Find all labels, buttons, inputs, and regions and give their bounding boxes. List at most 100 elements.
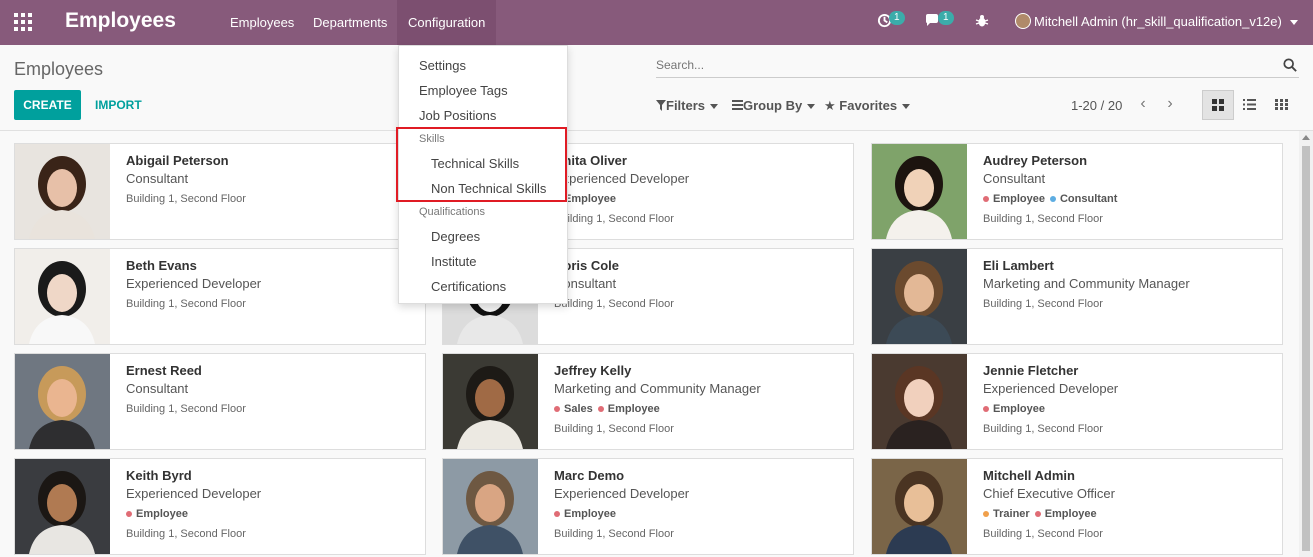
employee-location: Building 1, Second Floor	[126, 298, 246, 310]
employee-card[interactable]: Jennie Fletcher Experienced Developer Empl…	[871, 353, 1283, 450]
scrollbar-thumb[interactable]	[1302, 146, 1310, 551]
employee-card[interactable]: Keith Byrd Experienced Developer Employee B…	[14, 458, 426, 555]
list-icon	[1243, 99, 1256, 110]
employee-card[interactable]: Mitchell Admin Chief Executive Officer Tra…	[871, 458, 1283, 555]
menu-item-degrees[interactable]: Degrees	[431, 229, 480, 244]
divider	[0, 130, 1313, 131]
employee-location: Building 1, Second Floor	[126, 193, 246, 205]
tag-badge: Employee	[554, 508, 616, 520]
kanban-grid-icon	[1212, 99, 1224, 111]
employee-card[interactable]: Audrey Peterson Consultant Employee Consult…	[871, 143, 1283, 240]
employee-location: Building 1, Second Floor	[983, 213, 1103, 225]
tag-color-dot	[1049, 196, 1056, 203]
tag-color-dot	[554, 406, 560, 413]
employee-photo	[15, 354, 110, 449]
pager-next-icon[interactable]: ›	[1162, 95, 1178, 115]
employee-card[interactable]: Beth Evans Experienced Developer Building …	[14, 248, 426, 345]
pager-value[interactable]: 1-20 / 20	[1071, 98, 1122, 113]
pager-previous-icon[interactable]: ‹	[1135, 95, 1151, 115]
employee-tags: Employee	[983, 403, 1050, 415]
messages-count-badge: 1	[938, 11, 954, 25]
filter-funnel-icon	[656, 100, 666, 111]
employee-location: Building 1, Second Floor	[126, 528, 246, 540]
skills-highlight-box	[396, 127, 567, 202]
employee-tags: Employee	[554, 508, 621, 520]
employee-job-title: Experienced Developer	[983, 381, 1119, 396]
tag-badge: Employee	[1034, 508, 1097, 520]
user-avatar[interactable]	[1015, 13, 1031, 29]
employee-job-title: Experienced Developer	[554, 486, 690, 501]
menu-item-settings[interactable]: Settings	[419, 58, 466, 73]
search-icon[interactable]	[1283, 58, 1297, 72]
employee-photo	[872, 144, 967, 239]
employee-card[interactable]: Abigail Peterson Consultant Building 1, Se…	[14, 143, 426, 240]
employee-name: Jennie Fletcher	[983, 363, 1079, 378]
employee-location: Building 1, Second Floor	[554, 298, 674, 310]
breadcrumb[interactable]: Employees	[14, 59, 103, 80]
groupby-dropdown[interactable]: Group By	[732, 98, 816, 113]
import-button[interactable]: IMPORT	[95, 98, 142, 112]
list-bars-icon	[732, 100, 743, 110]
employee-location: Building 1, Second Floor	[983, 528, 1103, 540]
employee-card[interactable]: Eli Lambert Marketing and Community Manag…	[871, 248, 1283, 345]
filters-dropdown[interactable]: Filters	[656, 98, 719, 113]
tag-color-dot	[554, 511, 560, 518]
employee-tags: Employee	[126, 508, 193, 520]
tag-badge: Employee	[983, 403, 1045, 415]
menu-departments[interactable]: Departments	[303, 0, 397, 45]
tag-badge: Trainer	[983, 508, 1030, 520]
tag-badge: Employee	[126, 508, 188, 520]
employee-name: Abigail Peterson	[126, 153, 229, 168]
tag-badge: Sales	[554, 403, 593, 415]
tag-badge: Employee	[597, 403, 660, 415]
employee-tags: Sales Employee	[554, 403, 665, 415]
debug-bug-icon[interactable]	[975, 14, 989, 28]
star-icon: ★	[824, 98, 836, 113]
employee-name: Ernest Reed	[126, 363, 202, 378]
employee-photo	[872, 354, 967, 449]
menu-item-employee-tags[interactable]: Employee Tags	[419, 83, 508, 98]
employee-location: Building 1, Second Floor	[554, 423, 674, 435]
create-button[interactable]: CREATE	[14, 90, 81, 120]
app-switcher-icon[interactable]	[14, 13, 32, 31]
menu-section-qualifications: Qualifications	[419, 206, 486, 218]
scrollbar[interactable]	[1299, 131, 1313, 557]
employee-tags: Employee Consultant	[983, 193, 1122, 205]
list-view-button[interactable]	[1234, 90, 1266, 120]
employee-job-title: Marketing and Community Manager	[554, 381, 761, 396]
employee-job-title: Experienced Developer	[126, 276, 262, 291]
tag-badge: Employee	[983, 193, 1045, 205]
menu-item-institute[interactable]: Institute	[431, 254, 477, 269]
employee-card[interactable]: Ernest Reed Consultant Building 1, Second …	[14, 353, 426, 450]
search-input[interactable]	[656, 58, 1276, 72]
menu-employees[interactable]: Employees	[220, 0, 304, 45]
employee-location: Building 1, Second Floor	[554, 213, 674, 225]
employee-name: Marc Demo	[554, 468, 625, 483]
menu-item-job-positions[interactable]: Job Positions	[419, 108, 496, 123]
scroll-up-icon[interactable]	[1302, 135, 1310, 140]
employee-photo	[443, 354, 538, 449]
employee-name: Beth Evans	[126, 258, 197, 273]
kanban-view-button[interactable]	[1202, 90, 1234, 120]
employee-card[interactable]: Marc Demo Experienced Developer Employee Bu…	[442, 458, 854, 555]
employee-job-title: Chief Executive Officer	[983, 486, 1115, 501]
favorites-label: Favorites	[839, 98, 898, 113]
employee-card[interactable]: Jeffrey Kelly Marketing and Community Man…	[442, 353, 854, 450]
employee-location: Building 1, Second Floor	[983, 423, 1103, 435]
tag-badge: Consultant	[1049, 193, 1117, 205]
employee-location: Building 1, Second Floor	[554, 528, 674, 540]
employee-job-title: Consultant	[126, 171, 189, 186]
table-grid-icon	[1275, 99, 1288, 110]
favorites-dropdown[interactable]: ★ Favorites	[824, 98, 911, 114]
employee-job-title: Experienced Developer	[126, 486, 262, 501]
menu-configuration[interactable]: Configuration	[397, 0, 497, 45]
chevron-down-icon	[807, 104, 816, 110]
user-menu[interactable]: Mitchell Admin (hr_skill_qualification_v…	[1034, 14, 1299, 29]
activity-view-button[interactable]	[1266, 90, 1298, 120]
employee-photo	[443, 459, 538, 554]
tag-color-dot	[983, 406, 989, 413]
menu-item-certifications[interactable]: Certifications	[431, 279, 506, 294]
chevron-down-icon	[710, 104, 719, 110]
employee-photo	[872, 249, 967, 344]
employee-photo	[15, 459, 110, 554]
